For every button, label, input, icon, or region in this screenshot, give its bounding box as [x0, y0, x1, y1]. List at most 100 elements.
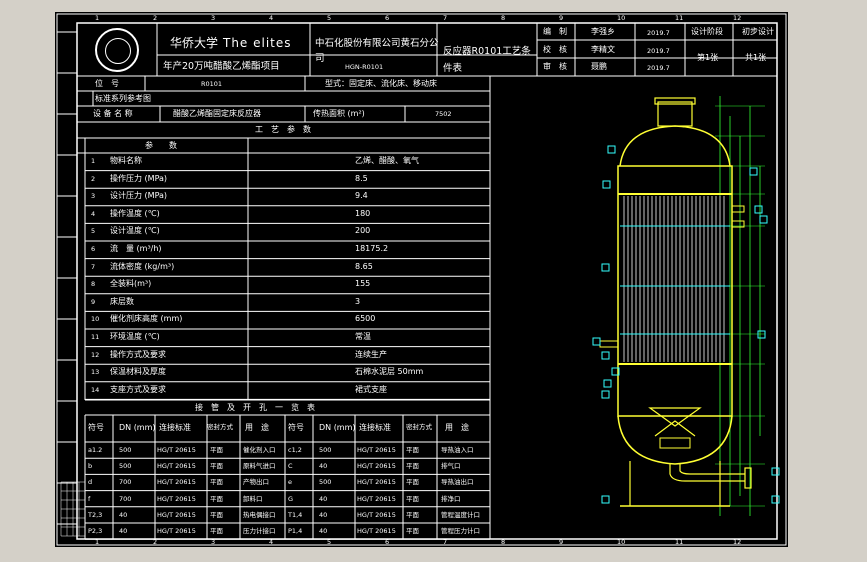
nozzle-cell-std: HG/T 20615	[357, 510, 396, 519]
process-row-no: 1	[91, 157, 96, 165]
process-row-value: 裙式支座	[355, 384, 387, 394]
standard-series-label: 标准系列参考图	[95, 94, 151, 103]
nozzle-cell-sym: f	[88, 494, 91, 503]
nozzle-cell-std: HG/T 20615	[357, 494, 396, 503]
nozzle-cell-use: 排净口	[441, 494, 461, 503]
equipment-name-value: 醋酸乙烯酯固定床反应器	[173, 109, 261, 118]
nozzle-cell-dn: 40	[319, 510, 328, 519]
nozzle-header-left: 连接标准	[159, 423, 191, 432]
nozzle-marker	[607, 145, 616, 154]
nozzle-cell-use: 压力计接口	[243, 527, 276, 535]
border-number-bottom: 9	[559, 538, 564, 546]
border-number-bottom: 6	[385, 538, 390, 546]
border-number-top: 3	[211, 14, 216, 22]
process-row-param: 物料名称	[110, 156, 142, 165]
nozzle-marker	[602, 180, 611, 189]
nozzle-cell-seal: 平面	[406, 510, 419, 519]
process-row-value: 乙烯、醋酸、氧气	[355, 156, 419, 165]
border-number-top: 10	[617, 14, 626, 22]
nozzle-cell-seal: 平面	[210, 446, 223, 454]
process-row-value: 8.5	[355, 173, 368, 183]
type-label: 型式：固定床、流化床、移动床	[325, 79, 437, 88]
process-row-value: 200	[355, 226, 371, 236]
border-number-top: 12	[733, 14, 742, 22]
university-name-cn: 华侨大学	[170, 36, 219, 50]
university-name-en: The elites	[223, 36, 292, 50]
nozzle-marker	[771, 495, 780, 504]
border-number-top: 2	[153, 14, 158, 22]
nozzle-cell-std: HG/T 20615	[357, 462, 396, 471]
nozzle-cell-std: HG/T 20615	[157, 462, 196, 471]
nozzle-cell-sym: P2,3	[88, 527, 103, 535]
nozzle-cell-dn: 500	[319, 446, 332, 454]
nozzle-marker	[601, 390, 610, 399]
heat-area-label: 传热面积 (m²)	[313, 109, 365, 118]
border-number-top: 9	[559, 14, 564, 22]
process-row-param: 操作温度 (℃)	[110, 208, 160, 218]
nozzle-cell-dn: 700	[119, 478, 132, 487]
nozzle-cell-sym: e	[288, 478, 292, 487]
process-row-param: 环境温度 (℃)	[110, 332, 160, 341]
nozzle-header-right: DN (mm)	[319, 423, 356, 432]
nozzle-cell-use: 原料气进口	[243, 462, 276, 471]
process-row-value: 18175.2	[355, 244, 389, 253]
process-row-value: 180	[355, 208, 371, 218]
nozzle-cell-dn: 40	[119, 510, 128, 519]
process-table-header: 参 数	[145, 141, 177, 150]
date-reviewer: 2019.7	[647, 64, 670, 72]
nozzle-cell-sym: C	[288, 462, 293, 471]
drawing-number: HGN-R0101	[345, 63, 384, 71]
design-stage-label: 设计阶段	[691, 27, 723, 36]
nozzle-cell-use: 产物出口	[243, 478, 269, 487]
process-row-no: 5	[91, 227, 96, 236]
border-number-bottom: 2	[153, 538, 158, 546]
nozzle-marker	[757, 330, 766, 339]
process-row-param: 设计压力 (MPa)	[110, 191, 168, 201]
nozzle-cell-dn: 40	[119, 527, 128, 535]
equipment-name-label: 设 备 名 称	[93, 109, 133, 118]
tag-label: 位 号	[95, 79, 119, 88]
process-row-param: 设计温度 (℃)	[110, 226, 160, 236]
border-number-bottom: 3	[211, 538, 216, 546]
drawing-title: 反应器R0101工艺条	[443, 46, 531, 57]
nozzle-cell-sym: a1.2	[88, 446, 103, 454]
border-number-top: 7	[443, 14, 448, 22]
process-row-no: 3	[91, 192, 96, 201]
process-row-no: 14	[91, 385, 100, 394]
process-row-value: 3	[355, 296, 361, 306]
nozzle-marker	[601, 263, 610, 272]
name-checker: 李精文	[591, 45, 615, 54]
border-number-top: 4	[269, 14, 274, 22]
sheet-number: 第1张	[697, 53, 719, 62]
nozzle-cell-std: HG/T 20615	[157, 527, 196, 535]
process-row-value: 常温	[355, 332, 371, 341]
role-reviewer: 审 核	[543, 62, 567, 71]
process-row-no: 11	[91, 333, 100, 341]
date-editor: 2019.7	[647, 29, 670, 37]
nozzle-header-left: DN (mm)	[119, 423, 156, 432]
border-number-bottom: 8	[501, 538, 506, 546]
project-name: 年产20万吨醋酸乙烯酯项目	[163, 61, 280, 72]
role-editor: 编 制	[543, 27, 567, 36]
nozzle-cell-sym: b	[88, 462, 93, 471]
nozzle-cell-seal: 平面	[210, 527, 223, 535]
process-row-value: 连续生产	[355, 349, 387, 359]
border-number-bottom: 7	[443, 538, 448, 546]
nozzle-cell-dn: 40	[319, 462, 328, 471]
design-stage-value: 初步设计	[742, 27, 774, 36]
nozzle-marker	[754, 205, 763, 214]
nozzle-cell-seal: 平面	[406, 527, 419, 535]
nozzle-marker	[749, 167, 758, 176]
process-row-param: 床层数	[110, 296, 134, 306]
company-name-cont: 司	[315, 53, 325, 64]
process-row-no: 8	[91, 280, 96, 289]
border-number-top: 6	[385, 14, 390, 22]
process-row-no: 2	[91, 174, 96, 183]
nozzle-cell-use: 热电偶接口	[243, 510, 276, 519]
process-row-no: 10	[91, 315, 100, 324]
nozzle-cell-dn: 500	[119, 462, 132, 471]
nozzle-cell-seal: 平面	[210, 494, 223, 503]
drawing-sheet: 华侨大学 The elites 年产20万吨醋酸乙烯酯项目 中石化股份有限公司黄…	[55, 12, 788, 547]
nozzle-cell-seal: 平面	[210, 462, 223, 471]
nozzle-cell-sym: c1,2	[288, 446, 302, 454]
